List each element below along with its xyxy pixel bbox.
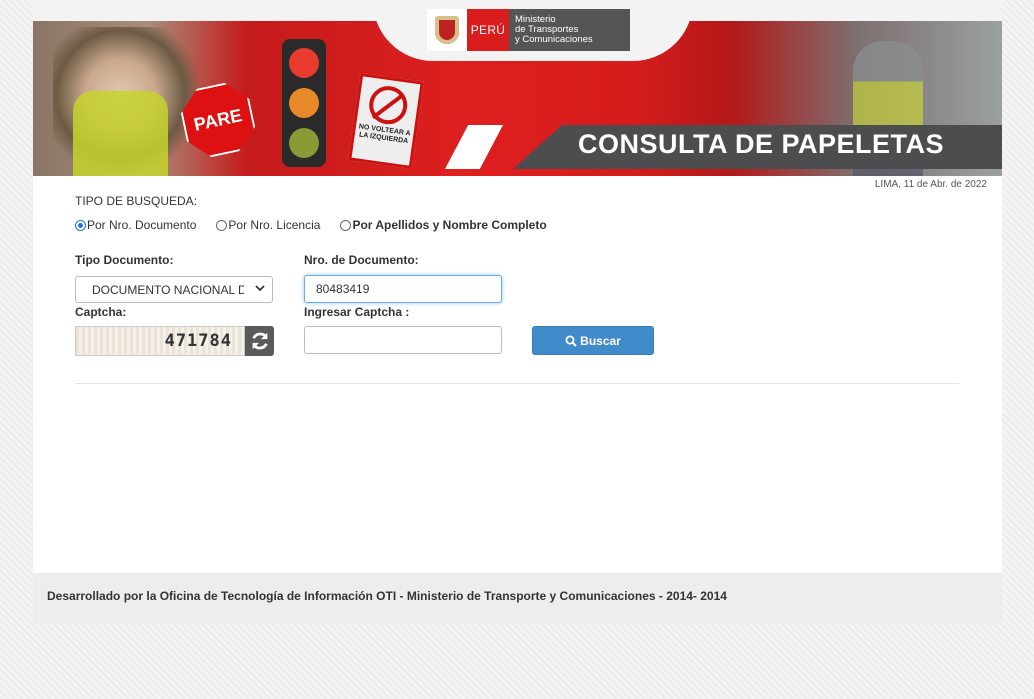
option-by-license[interactable]: Por Nro. Licencia: [216, 218, 320, 232]
doc-number-input[interactable]: 80483419: [304, 275, 502, 303]
doc-type-select[interactable]: DOCUMENTO NACIONAL DE IDENTIDAD: [75, 276, 273, 303]
no-turn-sign-text: NO VOLTEAR A LA IZQUIERDA: [358, 123, 411, 146]
green-light: [289, 128, 319, 158]
ministry-name: Ministerio de Transportes y Comunicacion…: [509, 9, 630, 51]
amber-light: [289, 88, 319, 118]
option-by-document-label: Por Nro. Documento: [87, 218, 197, 232]
no-left-turn-sign-icon: NO VOLTEAR A LA IZQUIERDA: [348, 72, 424, 170]
refresh-icon: [251, 332, 268, 350]
traffic-light-icon: [282, 39, 326, 167]
search-type-options: Por Nro. Documento Por Nro. Licencia Por…: [75, 218, 567, 232]
doc-type-selected: DOCUMENTO NACIONAL DE IDENTIDAD: [92, 283, 244, 297]
officer-vest: [73, 91, 168, 176]
search-button[interactable]: Buscar: [532, 326, 654, 355]
radio-by-name[interactable]: [340, 219, 352, 231]
radio-by-license[interactable]: [216, 219, 228, 231]
page-title: CONSULTA DE PAPELETAS: [577, 129, 944, 159]
red-light: [289, 48, 319, 78]
search-icon: [565, 335, 577, 347]
option-by-name[interactable]: Por Apellidos y Nombre Completo: [340, 218, 547, 232]
ministry-logo: PERÚ Ministerio de Transportes y Comunic…: [427, 9, 630, 51]
main-page: PARE NO VOLTEAR A LA IZQUIERDA CONSULTA …: [33, 0, 1002, 624]
footer: Desarrollado por la Oficina de Tecnologí…: [33, 573, 1002, 624]
search-button-label: Buscar: [580, 333, 621, 348]
captcha-image: 471784: [75, 326, 245, 356]
captcha-input[interactable]: [304, 326, 502, 354]
doc-type-label: Tipo Documento:: [75, 253, 174, 267]
refresh-captcha-button[interactable]: [245, 326, 274, 356]
option-by-document[interactable]: Por Nro. Documento: [75, 218, 196, 232]
white-stripe: [445, 125, 503, 169]
option-by-name-label: Por Apellidos y Nombre Completo: [352, 218, 547, 232]
ministry-line-3: y Comunicaciones: [515, 34, 593, 45]
no-turn-circle: [366, 83, 410, 127]
pare-sign-text: PARE: [192, 104, 244, 135]
coat-of-arms-icon: [427, 9, 467, 51]
search-type-label: TIPO DE BUSQUEDA:: [75, 194, 198, 208]
radio-by-document[interactable]: [75, 219, 86, 231]
captcha-input-label: Ingresar Captcha :: [304, 305, 410, 319]
captcha-label: Captcha:: [75, 305, 127, 319]
chevron-down-icon: [255, 283, 265, 296]
doc-number-label: Nro. de Documento:: [304, 253, 419, 267]
peru-label: PERÚ: [467, 9, 509, 51]
option-by-license-label: Por Nro. Licencia: [228, 218, 321, 232]
divider: [75, 383, 959, 384]
footer-text: Desarrollado por la Oficina de Tecnologí…: [47, 589, 727, 603]
current-date: LIMA, 11 de Abr. de 2022: [874, 179, 987, 190]
